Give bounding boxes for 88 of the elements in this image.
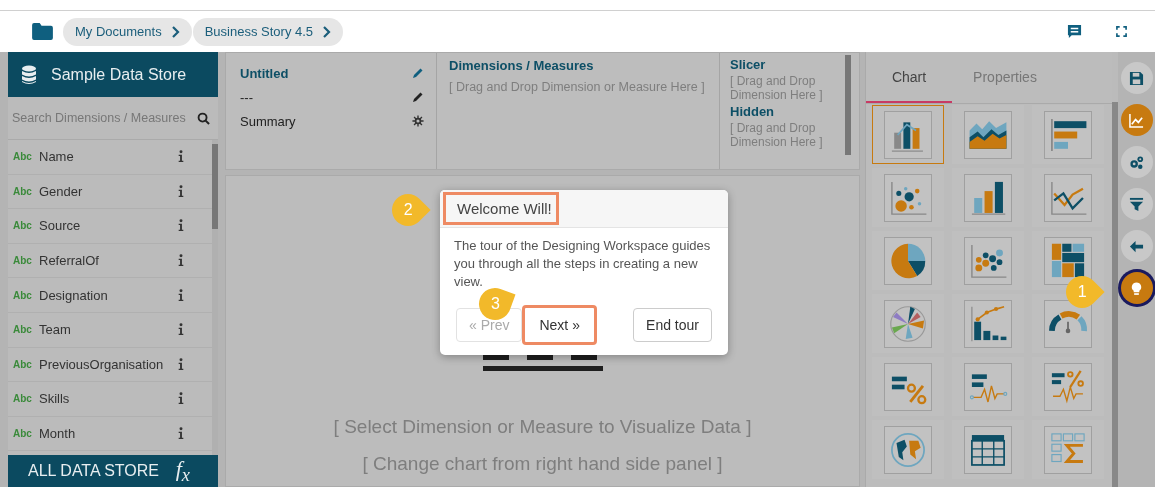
type-label: Abc [13,358,33,370]
chevron-right-icon [171,25,180,38]
area-chart-icon [964,110,1012,159]
pareto-chart-icon [964,299,1012,348]
folder-icon[interactable] [32,23,53,40]
comment-icon[interactable] [1067,24,1082,39]
info-icon[interactable] [177,392,185,406]
all-data-store-bar[interactable]: ALL DATA STORE f$_{x}$ [8,455,218,487]
pie-chart-icon [884,236,932,285]
pencil-icon[interactable] [412,91,424,103]
column-chart-icon [964,173,1012,222]
field-name: PreviousOrganisation [39,356,165,372]
field-name: Month [39,426,77,442]
pencil-icon[interactable] [412,67,424,79]
info-icon[interactable] [177,254,185,268]
well-title: Slicer [730,57,767,72]
fullscreen-icon[interactable] [1116,26,1127,37]
type-label: Abc [13,185,33,197]
canvas-message: [ Change chart from right hand side panel ] [362,452,723,476]
chevron-right-icon [323,25,332,38]
combo-chart-icon [884,110,932,159]
breadcrumb[interactable]: My Documents [63,17,192,46]
well-title: Dimensions / Measures [449,58,595,73]
scatter-chart-icon [964,236,1012,285]
field-name: Gender [39,183,84,199]
percent-trend-icon [1044,362,1092,411]
tour-button[interactable]: End tour [633,308,712,342]
settings-icon [1129,154,1144,170]
table-icon [964,425,1012,474]
globe-icon [884,425,932,474]
field-name: Skills [39,391,71,407]
sidebar-button[interactable] [1120,272,1153,304]
trend-kpi-icon [964,362,1012,411]
field-name: Team [39,322,72,338]
popover-title: Welcome Will! [443,192,559,225]
summary-label: Summary [240,113,296,129]
drop-zone-hint: [ Drag and Drop Dimension Here ] [730,74,824,102]
line-chart-icon [1044,173,1092,222]
back-arrow-icon [1129,238,1144,254]
bar-chart-icon [1044,110,1092,159]
info-icon[interactable] [177,323,185,337]
database-icon [21,64,37,85]
info-icon[interactable] [177,427,185,441]
field-name: Name [39,149,75,165]
gauge-icon [1044,299,1092,348]
all-data-store-label: ALL DATA STORE [28,462,159,480]
info-icon[interactable] [177,288,185,302]
rose-chart-icon [884,299,932,348]
type-label: Abc [13,324,33,336]
treemap-icon [1044,236,1092,285]
filter-icon [1129,196,1144,212]
field-name: Source [39,218,82,234]
search-field[interactable]: Search Dimensions / Measures [12,111,197,125]
search-icon[interactable] [197,111,210,125]
breadcrumb[interactable]: Business Story 4.5 [192,17,344,46]
save-icon [1129,70,1144,86]
info-icon[interactable] [177,357,185,371]
type-label: Abc [13,255,33,267]
well-title: Hidden [730,104,776,119]
type-label: Abc [13,393,33,405]
scrollbar-thumb[interactable] [212,144,218,229]
chart-icon [1129,112,1144,128]
settings-icon[interactable] [412,115,424,127]
bubble-chart-icon [884,173,932,222]
info-icon[interactable] [177,219,185,233]
drop-zone-hint: [ Drag and Drop Dimension Here ] [730,121,824,149]
field-name: Designation [39,287,109,303]
formula-label[interactable]: f$_{x}$ [175,455,190,487]
field-name: ReferralOf [39,253,100,269]
type-label: Abc [13,289,33,301]
view-title: Untitled [240,65,289,81]
scrollbar-thumb[interactable] [845,55,851,155]
info-icon[interactable] [177,184,185,198]
tour-button[interactable]: Next » [522,305,597,345]
drop-zone-hint: [ Drag and Drop Dimension or Measure Here ] [449,79,706,95]
percent-kpi-icon [884,362,932,411]
type-label: Abc [13,220,33,232]
data-store-title: Sample Data Store [51,65,187,84]
chart-type-tile[interactable] [872,105,944,164]
lightbulb-icon [1129,280,1144,296]
panel-tab[interactable]: Chart [866,52,952,103]
scrollbar-thumb[interactable] [1112,102,1118,487]
canvas-message: [ Select Dimension or Measure to Visualize Data ] [333,415,752,439]
type-label: Abc [13,151,33,163]
info-icon[interactable] [177,150,185,164]
type-label: Abc [13,428,33,440]
view-subtitle: --- [240,89,253,105]
sigma-table-icon [1044,425,1092,474]
